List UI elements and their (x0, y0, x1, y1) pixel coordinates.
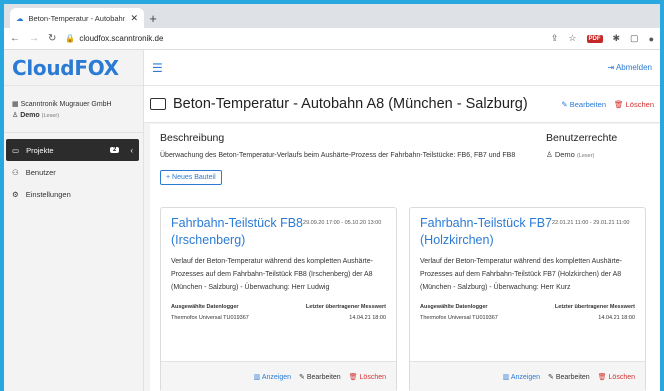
new-component-button[interactable]: + Neues Bauteil (160, 170, 222, 185)
delete-project-button[interactable]: 🗑 Löschen (614, 100, 654, 109)
app: CloudFOX ▦ Scanntronik Mugrauer GmbH ♙ D… (4, 50, 660, 391)
card-actions: ▥ Anzeigen ✎ Bearbeiten 🗑 Löschen (410, 361, 645, 391)
show-button[interactable]: ▥ Anzeigen (503, 373, 540, 381)
logo[interactable]: CloudFOX (4, 50, 143, 86)
browser-tab[interactable]: ☁ Beton-Temperatur - Autobahn A ✕ (10, 8, 144, 28)
card-dates: 29.09.20 17:00 - 05.10.20 13:00 (303, 220, 382, 226)
tab-bar: ☁ Beton-Temperatur - Autobahn A ✕ + (4, 4, 660, 28)
project-content: Beschreibung Überwachung des Beton-Tempe… (150, 124, 660, 391)
rights-heading: Benutzerrechte (546, 132, 618, 144)
card-title[interactable]: Fahrbahn-Teilstück FB722.01.21 11:00 - 2… (420, 215, 635, 249)
edit-label: Bearbeiten (569, 99, 607, 109)
sidebar-item-label: Projekte (26, 145, 54, 155)
edit-button[interactable]: ✎ Bearbeiten (299, 373, 341, 381)
chart-icon: ▥ (253, 373, 261, 381)
main: ☰ ⇥ Abmelden Beton-Temperatur - Autobahn… (144, 50, 660, 391)
rights-role: (Leser) (576, 153, 595, 159)
star-icon[interactable]: ☆ (568, 33, 576, 44)
delete-label: Löschen (359, 373, 386, 381)
user-role: (Leser) (41, 113, 60, 119)
last-value: 14.04.21 18:00 (349, 315, 386, 321)
user-name: Demo (20, 112, 40, 119)
user-icon: ♙ (12, 112, 19, 119)
menu-icon[interactable]: ☰ (152, 61, 163, 75)
tab-title: Beton-Temperatur - Autobahn A (28, 13, 126, 23)
rights-user: Demo (554, 150, 575, 159)
card-title[interactable]: Fahrbahn-Teilstück FB829.09.20 17:00 - 0… (171, 215, 386, 249)
delete-label: Löschen (625, 99, 654, 109)
card-subtitle: (Holzkirchen) (420, 233, 494, 247)
address-bar: ← → ↻ 🔒 cloudfox.scanntronik.de ⇪ ☆ PDF … (4, 28, 660, 50)
back-icon[interactable]: ← (10, 33, 20, 44)
folder-icon: ▭ (12, 145, 20, 155)
page-title: Beton-Temperatur - Autobahn A8 (München … (173, 96, 528, 112)
reload-icon[interactable]: ↻ (48, 33, 56, 44)
count-badge: 2 (109, 147, 120, 153)
sidebar: CloudFOX ▦ Scanntronik Mugrauer GmbH ♙ D… (4, 50, 144, 391)
card-actions: ▥ Anzeigen ✎ Bearbeiten 🗑 Löschen (161, 361, 396, 391)
extensions-icon[interactable]: ✱ (613, 33, 621, 44)
description-heading: Beschreibung (160, 132, 225, 144)
sidebar-item-label: Einstellungen (25, 189, 71, 199)
card-text: Verlauf der Beton-Temperatur während des… (420, 258, 622, 291)
edit-button[interactable]: ✎ Bearbeiten (548, 373, 590, 381)
org-info: ▦ Scanntronik Mugrauer GmbH ♙ Demo (Lese… (4, 86, 143, 133)
component-card: Fahrbahn-Teilstück FB722.01.21 11:00 - 2… (409, 207, 646, 391)
sidebar-item-einstellungen[interactable]: ⚙ Einstellungen (6, 183, 139, 205)
delete-label: Löschen (608, 373, 635, 381)
share-icon[interactable]: ⇪ (551, 33, 559, 44)
card-dates: 22.01.21 11:00 - 29.01.21 11:00 (552, 220, 630, 226)
logout-link[interactable]: ⇥ Abmelden (607, 63, 652, 72)
sidebar-item-label: Benutzer (25, 167, 56, 177)
show-label: Anzeigen (261, 373, 292, 381)
page-header: Beton-Temperatur - Autobahn A8 (München … (144, 86, 660, 123)
logout-icon: ⇥ (607, 63, 615, 72)
sidebar-nav: ▭ Projekte 2 ‹ ⚇ Benutzer ⚙ Einstellunge… (4, 139, 143, 205)
forward-icon[interactable]: → (29, 33, 39, 44)
chart-icon: ▥ (502, 373, 510, 381)
logout-label: Abmelden (615, 63, 652, 72)
sidebar-item-benutzer[interactable]: ⚇ Benutzer (6, 161, 139, 183)
logger-name: Thermofox Universal TU019367 (420, 315, 498, 321)
lock-icon: 🔒 (65, 34, 76, 43)
card-subtitle: (Irschenberg) (171, 233, 246, 247)
url-field[interactable]: 🔒 cloudfox.scanntronik.de (65, 34, 541, 43)
topbar: ☰ ⇥ Abmelden (144, 50, 660, 86)
sidebar-item-projekte[interactable]: ▭ Projekte 2 ‹ (6, 139, 139, 161)
edit-project-button[interactable]: ✎ Bearbeiten (561, 100, 606, 109)
folder-icon (150, 98, 166, 110)
new-tab-button[interactable]: + (144, 8, 162, 28)
last-value-header: Letzter übertragener Messwert (554, 304, 635, 310)
building-icon: ▦ (12, 101, 19, 108)
org-name: Scanntronik Mugrauer GmbH (20, 101, 112, 108)
sidepanel-icon[interactable]: ▢ (630, 33, 639, 44)
show-label: Anzeigen (510, 373, 541, 381)
delete-button[interactable]: 🗑 Löschen (598, 373, 635, 381)
edit-label: Bearbeiten (306, 373, 341, 381)
new-component-label: Neues Bauteil (172, 174, 216, 181)
component-card: Fahrbahn-Teilstück FB829.09.20 17:00 - 0… (160, 207, 397, 391)
url-text: cloudfox.scanntronik.de (79, 34, 164, 43)
cloud-icon: ☁ (16, 13, 24, 23)
chevron-left-icon: ‹ (130, 145, 133, 155)
show-button[interactable]: ▥ Anzeigen (254, 373, 291, 381)
close-tab-icon[interactable]: ✕ (130, 13, 138, 24)
description-text: Überwachung des Beton-Temperatur-Verlauf… (160, 152, 516, 159)
browser-window: ☁ Beton-Temperatur - Autobahn A ✕ + ← → … (4, 4, 660, 391)
users-icon: ⚇ (12, 167, 19, 177)
logger-header: Ausgewählte Datenlogger (420, 304, 488, 310)
pdf-extension-icon[interactable]: PDF (586, 34, 603, 43)
gear-icon: ⚙ (12, 189, 19, 199)
logger-name: Thermofox Universal TU019367 (171, 315, 249, 321)
delete-button[interactable]: 🗑 Löschen (349, 373, 386, 381)
card-text: Verlauf der Beton-Temperatur während des… (171, 258, 373, 291)
last-value: 14.04.21 18:00 (598, 315, 635, 321)
last-value-header: Letzter übertragener Messwert (305, 304, 386, 310)
edit-label: Bearbeiten (555, 373, 590, 381)
user-icon: ♙ (546, 150, 553, 159)
profile-icon[interactable]: ● (649, 34, 654, 44)
logger-header: Ausgewählte Datenlogger (171, 304, 239, 310)
